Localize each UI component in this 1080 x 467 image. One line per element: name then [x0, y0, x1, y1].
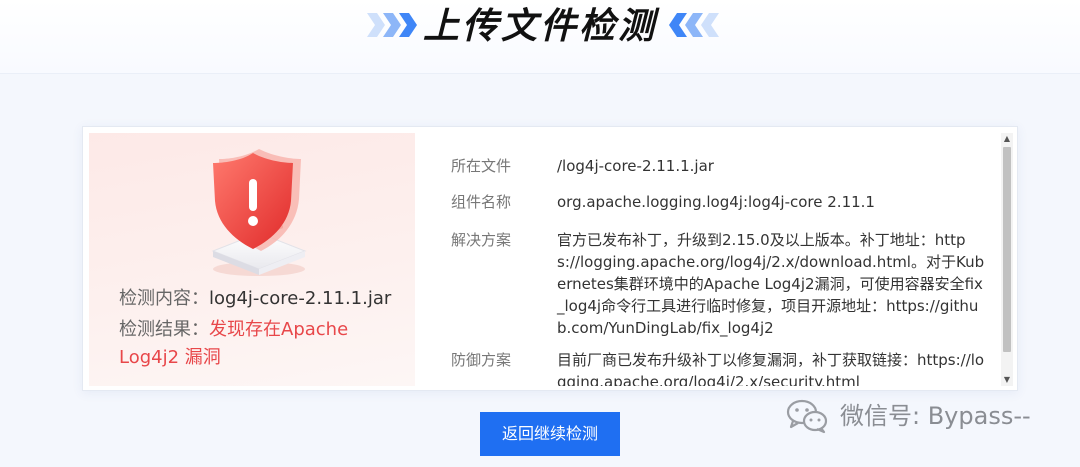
detection-result-label: 检测结果：: [119, 319, 209, 340]
detail-label: 防御方案: [451, 351, 512, 369]
page-title: 上传文件检测: [422, 6, 657, 47]
page-header: 上传文件检测: [0, 0, 1080, 74]
detection-result-line-2: Log4j2 漏洞: [119, 344, 221, 372]
result-summary-panel: 检测内容：log4j-core-2.11.1.jar 检测结果：发现存在Apac…: [89, 133, 415, 386]
detail-panel[interactable]: 所在文件 /log4j-core-2.11.1.jar 组件名称 org.apa…: [423, 133, 1003, 386]
detection-result-card: 检测内容：log4j-core-2.11.1.jar 检测结果：发现存在Apac…: [82, 126, 1018, 391]
detail-value: 目前厂商已发布升级补丁以修复漏洞，补丁获取链接：https://logging.…: [557, 351, 985, 386]
double-chevron-left-icon: [669, 13, 719, 37]
back-continue-detection-button[interactable]: 返回继续检测: [480, 412, 620, 456]
detection-content-line: 检测内容：log4j-core-2.11.1.jar: [119, 285, 391, 313]
scroll-up-arrow-icon[interactable]: ▲: [1001, 133, 1013, 145]
scroll-down-arrow-icon[interactable]: ▼: [1001, 374, 1013, 386]
watermark-text: 微信号: Bypass--: [840, 402, 1031, 430]
wechat-icon: [786, 399, 828, 434]
detail-label: 组件名称: [451, 193, 512, 211]
detection-content-value: log4j-core-2.11.1.jar: [209, 288, 392, 309]
detection-result-value-cont: Log4j2 漏洞: [119, 347, 221, 368]
detail-label: 所在文件: [451, 157, 512, 175]
detection-result-value: 发现存在Apache: [209, 319, 349, 340]
detection-content-label: 检测内容：: [119, 288, 209, 309]
detail-value: org.apache.logging.log4j:log4j-core 2.11…: [557, 193, 875, 211]
detail-label: 解决方案: [451, 231, 512, 249]
detection-result-line: 检测结果：发现存在Apache: [119, 316, 348, 344]
warning-shield-icon: [211, 149, 307, 276]
watermark: 微信号: Bypass--: [786, 396, 1066, 436]
scrollbar-thumb[interactable]: [1003, 147, 1011, 352]
detail-value: 官方已发布补丁，升级到2.15.0及以上版本。补丁地址：https://logg…: [557, 231, 985, 337]
detail-scrollbar[interactable]: ▲ ▼: [1001, 133, 1013, 386]
detail-value: /log4j-core-2.11.1.jar: [557, 157, 714, 175]
